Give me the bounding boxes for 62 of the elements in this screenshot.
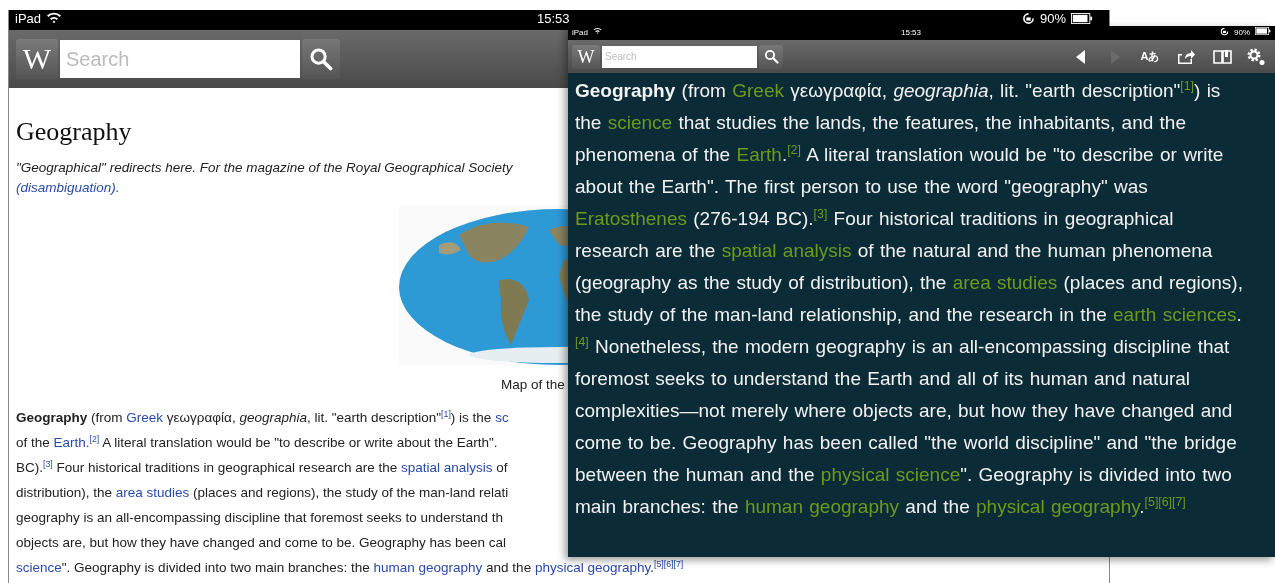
reference-link[interactable]: [5][6][7]	[1144, 494, 1186, 509]
link[interactable]: spatial analysis	[721, 240, 852, 261]
reference-link[interactable]: [1]	[1180, 78, 1195, 93]
device-name: iPad	[572, 27, 588, 38]
link[interactable]: science	[16, 560, 62, 575]
link[interactable]: Greek	[732, 80, 784, 101]
link[interactable]: Earth.	[53, 435, 90, 450]
reference-link[interactable]: [3]	[813, 206, 828, 221]
paragraph-line: Geography (from Greek γεωγραφία, geographia, lit. "earth description"$^{[1]}$) is the sc	[16, 407, 509, 427]
search-icon	[763, 49, 779, 64]
wikipedia-logo-button[interactable]: W	[572, 44, 600, 69]
paragraph-line: of the Earth.$^{[2]}$ A literal translation would be "to describe or write about the Earth".	[16, 432, 498, 452]
paragraph-line: objects are, but how they have changed and come to be. Geography has been cal	[16, 534, 507, 552]
search-field[interactable]: Search	[602, 45, 757, 68]
battery-level: 90%	[1234, 27, 1250, 38]
paragraph-line: BC).$^{[3]}$ Four historical traditions in geographical research are the spatial analysis of	[16, 457, 508, 477]
link[interactable]: Earth	[736, 144, 782, 165]
wikipedia-logo-button[interactable]: W	[16, 39, 58, 79]
reference-link[interactable]: [4]	[575, 334, 589, 349]
link[interactable]: Greek	[126, 410, 164, 425]
reference-link[interactable]: [2]	[787, 142, 801, 157]
search-icon	[309, 47, 333, 71]
wifi-icon	[593, 27, 602, 34]
reference-link[interactable]: [1]	[441, 408, 451, 419]
battery-icon	[1071, 13, 1093, 24]
rotation-lock-icon	[1021, 12, 1035, 25]
link[interactable]: spatial analysis	[400, 460, 493, 475]
link[interactable]: sc	[495, 410, 509, 425]
link[interactable]: Eratosthenes	[575, 208, 687, 229]
paragraph-line: geography is an all-encompassing discipline that foremost seeks to understand th	[16, 509, 504, 527]
wifi-icon	[46, 11, 63, 23]
device-name: iPad	[15, 11, 42, 26]
clock: 15:53	[901, 27, 921, 38]
link[interactable]: human geography	[373, 560, 483, 575]
link[interactable]: human geography	[744, 496, 900, 517]
figure-caption: Map of the	[501, 376, 565, 394]
book-icon	[1212, 49, 1232, 64]
battery-icon	[1255, 27, 1271, 35]
share-icon	[1177, 49, 1195, 64]
reference-link[interactable]: [2]	[89, 433, 100, 444]
link[interactable]: science	[607, 112, 673, 133]
link[interactable]: physical geography	[976, 496, 1140, 517]
link[interactable]: area studies	[952, 272, 1058, 293]
search-field[interactable]: Search	[60, 40, 300, 78]
paragraph-line: distribution), the area studies (places and regions), the study of the man-land relati	[16, 484, 509, 502]
paragraph-line: science". Geography is divided into two main branches: the human geography and the physical geography.$^{[5][6][7]}$	[16, 557, 684, 577]
clock: 15:53	[537, 11, 570, 26]
article-paragraph: Geography (from Greek γεωγραφία, geographia, lit. "earth description"$^{[1]}$) is the science that studies the lands, the features, the inhabitants, and the phenomena of the Earth.$^{[2]}$ A literal translation would be "to describe or write about the Earth". The first person to use the word "geography" was Eratosthenes (276-194 BC).$^{[3]}$ Four historical traditions in geographical research are the spatial analysis of the natural and the human phenomena (geography as the study of distribution), the area studies (places and regions), the study of the man-land relationship, and the research in the earth sciences. $^{[4]}$ Nonetheless, the modern geography is an all-encompassing discipline that foremost seeks to understand the Earth and all of its human and natural complexities—not merely where objects are, but how they have changed and come to be. Geography has been called "the world discipline" and "the bridge between the human and the physical science". Geography is divided into two main branches: the human geography and the physical geography.$^{[5][6][7]}$	[574, 77, 1244, 519]
hatnote: "Geographical" redirects here. For the magazine of the Royal Geographical Society	[16, 159, 513, 177]
battery-level: 90%	[1039, 11, 1066, 26]
link[interactable]: earth sciences	[1113, 304, 1237, 325]
disambiguation-link[interactable]: (disambiguation).	[16, 180, 120, 195]
rotation-lock-icon	[1220, 27, 1229, 36]
language-button[interactable]: Aあ	[1133, 44, 1167, 69]
settings-icon	[1246, 47, 1266, 66]
link[interactable]: area studies	[115, 485, 190, 500]
reference-link[interactable]: [3]	[43, 458, 53, 469]
link[interactable]: physical science	[820, 464, 961, 485]
article-title: Geography	[16, 116, 132, 148]
search-button[interactable]	[302, 39, 340, 79]
reference-link[interactable]: [5][6][7]	[654, 558, 684, 569]
search-button[interactable]	[759, 44, 783, 69]
